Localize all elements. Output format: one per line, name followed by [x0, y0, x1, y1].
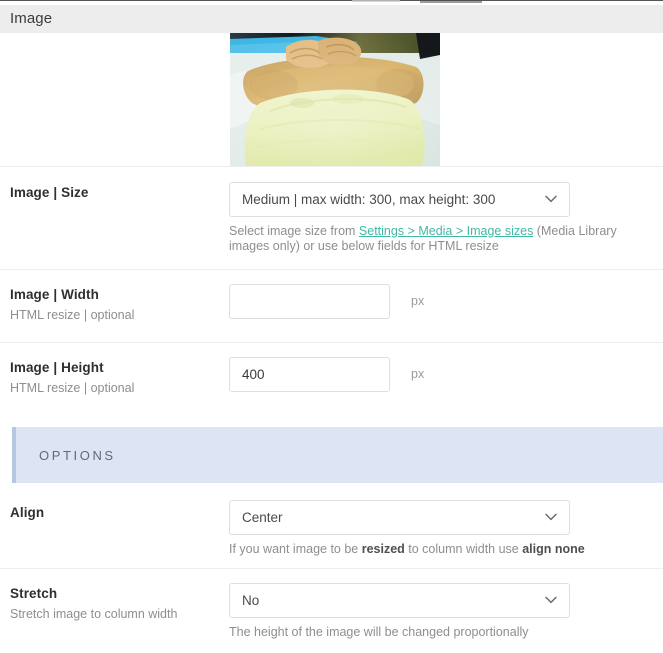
page-title: Image	[10, 10, 53, 27]
label-col-image-size: Image | Size	[10, 184, 220, 201]
stretch-help: The height of the image will be changed …	[229, 625, 529, 639]
image-preview[interactable]	[230, 33, 440, 166]
label-align: Align	[10, 505, 45, 520]
section-header-options: OPTIONS	[12, 427, 663, 483]
image-size-value: Medium | max width: 300, max height: 300	[242, 192, 496, 207]
field-col-image-width: px	[229, 284, 653, 319]
stretch-select[interactable]: No	[229, 583, 570, 618]
align-help-a: If you want image to be	[229, 542, 362, 556]
image-width-input[interactable]	[229, 284, 390, 319]
options-section-label: OPTIONS	[39, 448, 116, 463]
align-help: If you want image to be resized to colum…	[229, 542, 653, 557]
label-stretch: Stretch	[10, 586, 58, 601]
clipped-text-left	[352, 0, 400, 2]
field-row-image-height: Image | Height HTML resize | optional 40…	[0, 342, 663, 415]
field-row-image-size: Image | Size Medium | max width: 300, ma…	[0, 166, 663, 269]
chevron-down-icon	[545, 195, 557, 203]
label-col-align: Align	[10, 504, 220, 521]
sublabel-image-width: HTML resize | optional	[10, 308, 135, 322]
align-help-resized: resized	[361, 542, 405, 556]
field-col-image-height: 400 px	[229, 357, 653, 392]
image-size-help: Select image size from Settings > Media …	[229, 224, 653, 254]
image-height-input[interactable]: 400	[229, 357, 390, 392]
align-select[interactable]: Center	[229, 500, 570, 535]
field-row-align: Align Center If you want image to be res…	[0, 483, 663, 568]
options-spacer	[0, 415, 663, 427]
clipped-text-right	[420, 0, 482, 3]
label-col-image-width: Image | Width HTML resize | optional	[10, 286, 220, 324]
image-width-unit: px	[411, 294, 425, 308]
image-height-value: 400	[242, 367, 265, 382]
align-help-align-none: align none	[522, 542, 585, 556]
settings-form: Image | Size Medium | max width: 300, ma…	[0, 33, 663, 653]
image-size-select[interactable]: Medium | max width: 300, max height: 300	[229, 182, 570, 217]
image-size-help-prefix: Select image size from	[229, 224, 359, 238]
field-col-stretch: No The height of the image will be chang…	[229, 583, 653, 640]
sublabel-image-height: HTML resize | optional	[10, 381, 135, 395]
label-col-image-height: Image | Height HTML resize | optional	[10, 359, 220, 397]
label-col-stretch: Stretch Stretch image to column width	[10, 585, 220, 623]
field-row-stretch: Stretch Stretch image to column width No…	[0, 568, 663, 653]
field-row-image-width: Image | Width HTML resize | optional px	[0, 269, 663, 342]
image-height-unit: px	[411, 367, 425, 381]
clipped-divider	[0, 0, 663, 1]
chevron-down-icon	[545, 513, 557, 521]
label-image-width: Image | Width	[10, 287, 99, 302]
image-preview-row	[0, 33, 663, 166]
panel-header: Image	[0, 5, 663, 33]
align-help-c: to column width use	[404, 542, 523, 556]
field-col-align: Center If you want image to be resized t…	[229, 500, 653, 557]
align-value: Center	[242, 510, 283, 525]
sublabel-stretch: Stretch image to column width	[10, 607, 178, 621]
media-image-sizes-link[interactable]: Settings > Media > Image sizes	[359, 224, 533, 238]
label-image-size: Image | Size	[10, 185, 89, 200]
field-col-image-size: Medium | max width: 300, max height: 300…	[229, 182, 653, 254]
chevron-down-icon	[545, 596, 557, 604]
stretch-value: No	[242, 593, 260, 608]
label-image-height: Image | Height	[10, 360, 104, 375]
